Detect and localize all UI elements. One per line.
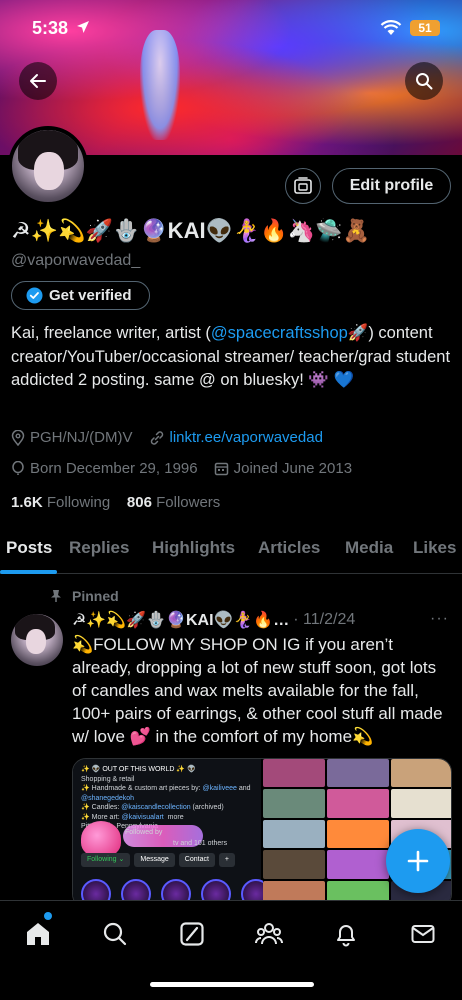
profile-card-button[interactable] (285, 168, 321, 204)
back-arrow-icon (30, 74, 46, 88)
joined-text: Joined June 2013 (233, 460, 353, 477)
post-date[interactable]: · 11/2/24 (293, 611, 355, 629)
media-image-instagram-screenshot[interactable]: ✨ 👽 OUT OF THIS WORLD ✨ 👽 Shopping & ret… (73, 759, 271, 907)
ml-title: ✨ 👽 OUT OF THIS WORLD ✨ 👽 (81, 766, 196, 773)
ml-followed: Followed by (125, 829, 163, 836)
post-author-name[interactable]: ☭✨💫🚀🪬🔮KAI👽🧜‍♀️🔥… (72, 610, 289, 630)
location-text: PGH/NJ/(DM)V (30, 429, 133, 446)
status-time: 5:38 (32, 18, 69, 38)
get-verified-label: Get verified (49, 287, 132, 304)
link-icon (150, 430, 163, 445)
tab-highlights[interactable]: Highlights (152, 538, 235, 558)
bell-icon (337, 925, 355, 947)
heart-sticker (81, 821, 121, 857)
followers-count: 806 (126, 494, 152, 511)
search-icon (416, 73, 433, 90)
pinned-indicator: Pinned (50, 588, 119, 604)
profile-meta-row-2: Born December 29, 1996 Joined June 2013 (11, 460, 362, 477)
communities-icon (255, 923, 283, 945)
calendar-icon (214, 462, 228, 476)
get-verified-button[interactable]: Get verified (11, 281, 150, 310)
ml-adduser-btn: + (218, 853, 236, 867)
home-indicator (150, 982, 314, 987)
follow-stats: 1.6K Following 806 Followers (11, 494, 220, 511)
verified-badge-icon (26, 287, 43, 304)
wifi-icon (380, 20, 402, 41)
post-author-avatar[interactable] (11, 614, 63, 666)
followers-link[interactable]: 806 Followers (127, 494, 220, 511)
nav-grok[interactable] (177, 919, 207, 949)
display-name: ☭✨💫🚀🪬🔮KAI👽🧜‍♀️🔥🦄🛸🧸 (11, 218, 370, 243)
user-handle: @vaporwavedad_ (11, 252, 141, 269)
location-pin-icon (11, 429, 25, 446)
bio-text-start: Kai, freelance writer, artist ( (11, 324, 211, 342)
bio-mention-link[interactable]: @spacecraftsshop (211, 324, 348, 342)
profile-tabs: Posts Replies Highlights Articles Media … (0, 530, 462, 574)
profile-meta-row-1: PGH/NJ/(DM)V linktr.ee/vaporwavedad (11, 429, 333, 446)
followers-label: Followers (156, 494, 221, 511)
nav-notifications[interactable] (331, 919, 361, 949)
ml-category: Shopping & retail (81, 775, 135, 783)
profile-bio: Kai, freelance writer, artist (@spacecra… (11, 322, 451, 393)
compose-post-button[interactable] (386, 829, 450, 893)
nav-messages[interactable] (408, 919, 438, 949)
following-label: Following (46, 494, 111, 511)
ml-message-btn: Message (134, 853, 175, 867)
camera-card-icon (294, 177, 312, 194)
tab-articles[interactable]: Articles (258, 538, 320, 558)
battery-indicator: 51 (410, 20, 440, 36)
tab-media[interactable]: Media (345, 538, 393, 558)
website-link[interactable]: linktr.ee/vaporwavedad (170, 429, 323, 446)
home-unread-dot (44, 912, 52, 920)
home-icon (27, 923, 49, 945)
pinned-label: Pinned (72, 588, 119, 604)
active-tab-indicator (0, 570, 57, 574)
post-header: ☭✨💫🚀🪬🔮KAI👽🧜‍♀️🔥… · 11/2/24 (72, 610, 452, 630)
post-media[interactable]: ✨ 👽 OUT OF THIS WORLD ✨ 👽 Shopping & ret… (72, 758, 452, 908)
ml-line1b: @shanegedekoh (81, 794, 135, 802)
ml-line3: ✨ More art: @kaivisualart more (81, 813, 184, 821)
website-item[interactable]: linktr.ee/vaporwavedad (149, 429, 323, 446)
ml-line1: ✨ Handmade & custom art pieces by: @kail… (81, 785, 251, 792)
search-icon (103, 922, 127, 946)
banner-figure (140, 30, 180, 140)
post-text: 💫FOLLOW MY SHOP ON IG if you aren’t alre… (72, 635, 443, 746)
profile-avatar[interactable] (8, 126, 88, 206)
tab-replies[interactable]: Replies (69, 538, 129, 558)
back-button[interactable] (19, 62, 57, 100)
ml-contact-btn: Contact (178, 853, 215, 867)
following-link[interactable]: 1.6K Following (11, 494, 110, 511)
status-bar: 5:38 51 (0, 14, 462, 44)
mail-icon (411, 925, 435, 943)
nav-search[interactable] (100, 919, 130, 949)
birthday-text: Born December 29, 1996 (30, 460, 198, 477)
ml-followed-tail: tv and 101 others (173, 840, 228, 847)
ml-buttons: Following ⌄ Message Contact + (81, 853, 236, 867)
plus-icon (407, 850, 429, 872)
birthday-item: Born December 29, 1996 (11, 460, 198, 477)
tab-likes[interactable]: Likes (413, 538, 456, 558)
nav-home[interactable] (23, 919, 53, 949)
grok-icon (180, 922, 204, 946)
nav-communities[interactable] (254, 919, 284, 949)
following-count: 1.6K (11, 494, 43, 511)
ml-following-btn: Following ⌄ (81, 853, 131, 867)
search-button[interactable] (405, 62, 443, 100)
location-item: PGH/NJ/(DM)V (11, 429, 133, 446)
edit-profile-button[interactable]: Edit profile (332, 168, 451, 204)
post-more-icon[interactable]: ··· (430, 610, 449, 628)
location-arrow-icon (76, 20, 90, 39)
ml-line2: ✨ Candles: @kaiscandlecollection (archiv… (81, 804, 224, 811)
pin-icon (51, 590, 61, 602)
joined-item: Joined June 2013 (214, 460, 352, 477)
tab-posts[interactable]: Posts (6, 538, 52, 558)
balloon-icon (12, 460, 24, 475)
